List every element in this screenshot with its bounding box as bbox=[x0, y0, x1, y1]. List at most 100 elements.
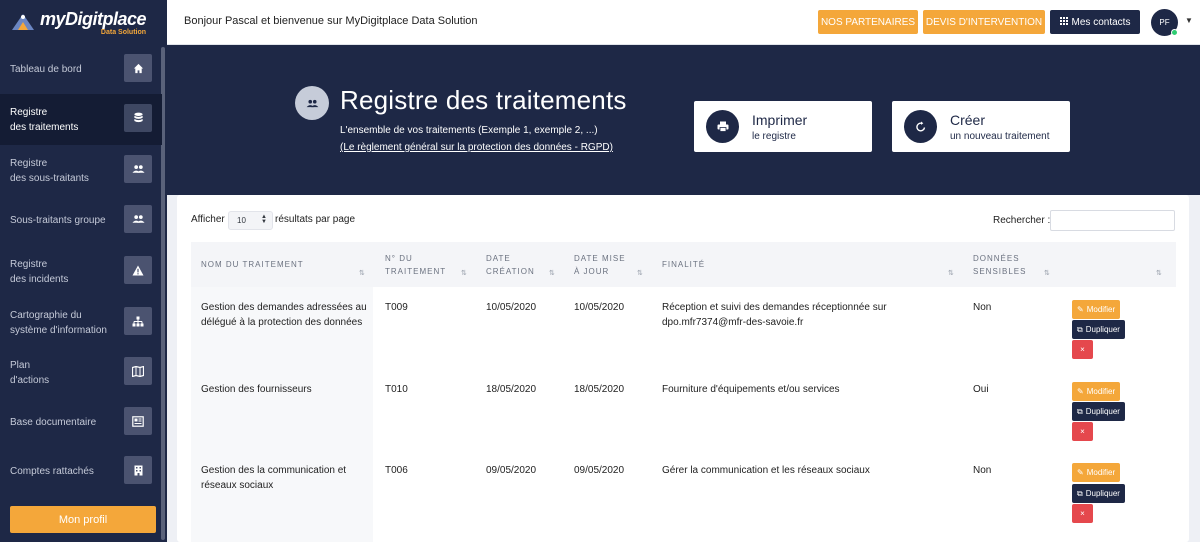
sidebar-item-label: Registre des traitements bbox=[10, 106, 79, 133]
rgpd-link[interactable]: (Le règlement général sur la protection … bbox=[340, 142, 613, 153]
treatments-panel: Afficher 10 ▲ ▼ résultats par page Recher… bbox=[177, 195, 1189, 542]
th-updated[interactable]: Date mise à jour bbox=[574, 242, 654, 287]
cell-purpose: Fourniture d'équipements et/ou services bbox=[662, 384, 840, 395]
cell-purpose: Réception et suivi des demandes réceptio… bbox=[662, 302, 887, 328]
database-icon bbox=[124, 104, 152, 132]
search-label: Rechercher : bbox=[993, 215, 1051, 226]
cell-number: T006 bbox=[385, 465, 408, 476]
contacts-button[interactable]: Mes contacts bbox=[1050, 10, 1140, 34]
sidebar-item-comptes-rattaches[interactable]: Comptes rattachés bbox=[0, 446, 162, 497]
modify-button[interactable]: ✎ Modifier bbox=[1072, 300, 1121, 319]
sidebar-item-cartographie[interactable]: Cartographie du système d'information bbox=[0, 297, 162, 348]
table-header: Nom du traitement ⇅ N° du traitement ⇅ D… bbox=[191, 242, 1176, 287]
cell-purpose: Gérer la communication et les réseaux so… bbox=[662, 465, 870, 476]
delete-button[interactable]: × bbox=[1072, 504, 1093, 523]
online-status-dot bbox=[1171, 29, 1178, 36]
search-input[interactable] bbox=[1050, 210, 1175, 231]
devis-button[interactable]: DEVIS D'INTERVENTION bbox=[923, 10, 1045, 34]
close-icon: × bbox=[1080, 345, 1085, 354]
logo-text: myDigitplace Data Solution bbox=[40, 8, 147, 36]
sidebar-item-label: Comptes rattachés bbox=[10, 466, 94, 477]
print-icon bbox=[706, 110, 739, 143]
cell-number: T009 bbox=[385, 302, 408, 313]
topbar: Bonjour Pascal et bienvenue sur MyDigitp… bbox=[167, 0, 1200, 45]
greeting-text: Bonjour Pascal et bienvenue sur MyDigitp… bbox=[184, 15, 478, 27]
copy-icon: ⧉ bbox=[1077, 406, 1083, 416]
sidebar-item-label: Tableau de bord bbox=[10, 64, 82, 75]
sort-icon[interactable]: ⇅ bbox=[637, 269, 643, 277]
cell-name: Gestion des fournisseurs bbox=[201, 384, 312, 395]
show-label: Afficher bbox=[191, 214, 225, 225]
cell-updated: 09/05/2020 bbox=[574, 465, 625, 476]
create-card-subtitle: un nouveau traitement bbox=[950, 131, 1050, 142]
cell-updated: 10/05/2020 bbox=[574, 302, 625, 313]
sort-icon[interactable]: ⇅ bbox=[549, 269, 555, 277]
cell-updated: 18/05/2020 bbox=[574, 384, 625, 395]
sidebar-item-plan-actions[interactable]: Plan d'actions bbox=[0, 347, 162, 398]
print-register-card[interactable]: Imprimer le registre bbox=[694, 101, 872, 152]
th-created[interactable]: Date création bbox=[486, 242, 566, 287]
page-size-value: 10 bbox=[237, 216, 246, 225]
grid-icon bbox=[1059, 16, 1068, 28]
results-per-page-label: résultats par page bbox=[275, 214, 356, 225]
sidebar-item-incidents[interactable]: Registre des incidents bbox=[0, 246, 162, 297]
print-card-subtitle: le registre bbox=[752, 131, 796, 142]
copy-icon: ⧉ bbox=[1077, 488, 1083, 498]
sort-icon[interactable]: ⇅ bbox=[359, 269, 365, 277]
sidebar-item-sous-traitants-groupe[interactable]: Sous-traitants groupe bbox=[0, 195, 162, 246]
cell-created: 10/05/2020 bbox=[486, 302, 537, 313]
page-title: Registre des traitements bbox=[340, 85, 627, 115]
duplicate-button[interactable]: ⧉ Dupliquer bbox=[1072, 484, 1125, 503]
newspaper-icon bbox=[124, 407, 152, 435]
duplicate-button[interactable]: ⧉ Dupliquer bbox=[1072, 402, 1125, 421]
sidebar-item-label: Sous-traitants groupe bbox=[10, 215, 106, 226]
profile-button[interactable]: Mon profil bbox=[10, 506, 156, 533]
modify-button[interactable]: ✎ Modifier bbox=[1072, 382, 1121, 401]
copy-icon: ⧉ bbox=[1077, 324, 1083, 334]
delete-button[interactable]: × bbox=[1072, 422, 1093, 441]
partners-button[interactable]: NOS PARTENAIRES bbox=[818, 10, 918, 34]
sidebar-item-sous-traitants[interactable]: Registre des sous-traitants bbox=[0, 145, 162, 196]
sort-icon[interactable]: ⇅ bbox=[948, 269, 954, 277]
sidebar-item-registre-traitements[interactable]: Registre des traitements bbox=[0, 94, 162, 145]
page-header: Registre des traitements L'ensemble de v… bbox=[167, 45, 1200, 195]
print-card-title: Imprimer bbox=[752, 112, 808, 128]
sort-icon: ⇅ bbox=[1156, 270, 1162, 277]
sidebar-item-label: Base documentaire bbox=[10, 417, 97, 428]
map-icon bbox=[124, 357, 152, 385]
chevron-down-icon[interactable]: ▼ bbox=[1185, 16, 1193, 25]
cell-name: Gestion des demandes adressées au délégu… bbox=[201, 302, 367, 328]
page-size-select[interactable]: 10 ▲ ▼ bbox=[228, 211, 273, 230]
cell-name: Gestion des la communication et réseaux … bbox=[201, 465, 347, 491]
cell-created: 18/05/2020 bbox=[486, 384, 537, 395]
users-icon bbox=[295, 86, 329, 120]
app-logo[interactable]: myDigitplace Data Solution bbox=[0, 0, 167, 45]
logo-main: myDigitplace bbox=[40, 8, 147, 29]
edit-icon: ✎ bbox=[1077, 468, 1084, 477]
refresh-plus-icon bbox=[904, 110, 937, 143]
users-icon bbox=[124, 205, 152, 233]
th-sensitive[interactable]: Données sensibles bbox=[973, 242, 1053, 287]
th-purpose[interactable]: Finalité bbox=[662, 242, 952, 287]
sort-icon[interactable]: ⇅ bbox=[461, 269, 467, 277]
select-arrows-icon: ▲ ▼ bbox=[261, 214, 267, 225]
modify-button[interactable]: ✎ Modifier bbox=[1072, 463, 1121, 482]
sidebar-item-label: Cartographie du système d'information bbox=[10, 309, 107, 336]
create-card-title: Créer bbox=[950, 112, 986, 128]
sidebar-item-dashboard[interactable]: Tableau de bord bbox=[0, 44, 162, 95]
th-name[interactable]: Nom du traitement bbox=[201, 242, 371, 287]
duplicate-button[interactable]: ⧉ Dupliquer bbox=[1072, 320, 1125, 339]
create-treatment-card[interactable]: Créer un nouveau traitement bbox=[892, 101, 1070, 152]
edit-icon: ✎ bbox=[1077, 387, 1084, 396]
sort-icon[interactable]: ⇅ bbox=[1044, 269, 1050, 277]
cell-sensitive: Non bbox=[973, 465, 992, 476]
building-icon bbox=[124, 456, 152, 484]
close-icon: × bbox=[1080, 427, 1085, 436]
delete-button[interactable]: × bbox=[1072, 340, 1093, 359]
sidebar: myDigitplace Data Solution Tableau de bo… bbox=[0, 0, 167, 542]
page-subtitle: L'ensemble de vos traitements (Exemple 1… bbox=[340, 125, 598, 136]
home-icon bbox=[124, 54, 152, 82]
contacts-label: Mes contacts bbox=[1071, 16, 1131, 28]
sidebar-item-base-documentaire[interactable]: Base documentaire bbox=[0, 397, 162, 448]
th-number[interactable]: N° du traitement bbox=[385, 242, 475, 287]
